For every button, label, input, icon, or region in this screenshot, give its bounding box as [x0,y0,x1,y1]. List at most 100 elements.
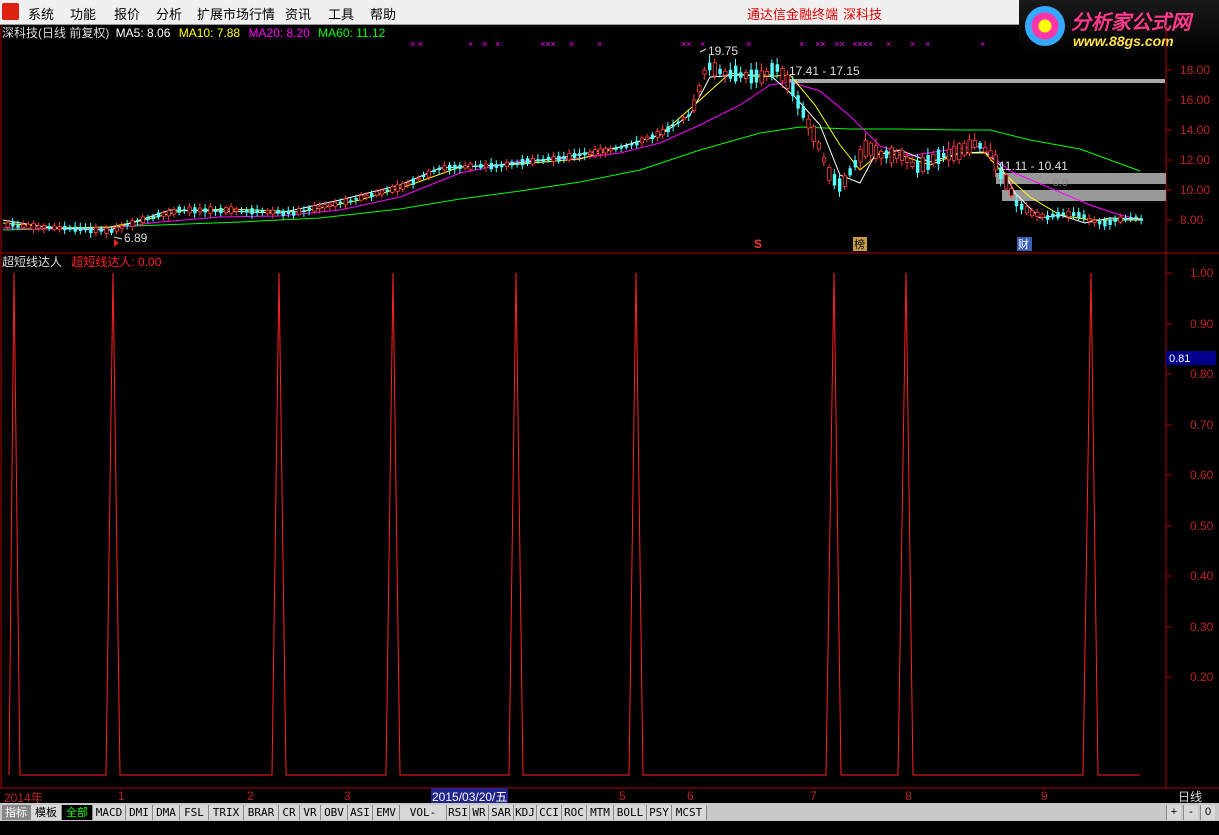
tab-vr[interactable]: VR [300,805,321,820]
tab-mcst[interactable]: MCST [672,805,707,820]
tab-obv[interactable]: OBV [321,805,348,820]
candle-body [187,206,192,214]
tab-trix[interactable]: TRIX [209,805,244,820]
time-label: 8 [905,789,912,803]
tab-cci[interactable]: CCI [537,805,562,820]
candle-body [874,145,879,159]
tab-macd[interactable]: MACD [93,805,126,820]
candle-body [510,161,514,166]
candle-body [988,150,993,158]
candle-body [500,163,504,168]
candle-body [240,210,244,213]
candle-body [468,163,473,170]
ind-tick: 0.70 [1190,418,1214,432]
candle-body [171,209,177,215]
menu-item-analysis[interactable]: 分析 [156,4,182,23]
candle-body [546,156,551,161]
candle-body [78,227,83,231]
candle-body [551,156,556,162]
candle-body [166,210,171,217]
tab-cr[interactable]: CR [279,805,300,820]
tab-sar[interactable]: SAR [489,805,514,820]
candle-body [120,225,125,229]
candle-body [349,200,353,203]
menu-item-extended-market[interactable]: 扩展市场行情 [197,4,275,23]
candle-body [926,154,930,171]
tab-wr[interactable]: WR [470,805,489,820]
candle-body [177,206,181,213]
candle-body [354,197,358,200]
tab-全部[interactable]: 全部 [62,805,93,820]
menu-item-function[interactable]: 功能 [70,4,96,23]
tab-vol-tdx[interactable]: VOL-TDX [400,805,447,834]
candle-body [343,198,348,206]
candle-body [723,70,728,76]
indicator-legend: 超短线达人 超短线达人: 0.00 [2,254,162,269]
menu-item-tools[interactable]: 工具 [328,4,354,23]
candle-body [203,208,207,213]
zoom-out-button[interactable]: - [1183,805,1198,820]
svg-text:×: × [799,39,804,49]
candle-body [234,208,239,212]
tab-asi[interactable]: ASI [348,805,373,820]
indicator-name: 超短线达人 [2,254,62,269]
tab-boll[interactable]: BOLL [614,805,647,820]
candle-body [395,184,400,192]
tab-brar[interactable]: BRAR [244,805,279,820]
level-bar-2 [996,173,1166,184]
svg-text:×: × [700,39,705,49]
tab-模板[interactable]: 模板 [31,805,62,820]
zoom-in-button[interactable]: + [1166,805,1181,820]
menu-item-help[interactable]: 帮助 [370,4,396,23]
candle-body [312,205,317,212]
menu-item-system[interactable]: 系统 [28,4,54,23]
tab-roc[interactable]: ROC [562,805,587,820]
support-range-tail: - 0.0 [1046,177,1068,189]
indicator-line [8,272,1140,776]
candle-body [276,210,280,214]
candle-body [530,158,536,165]
candle-body [494,164,499,168]
chart-canvas[interactable]: 18.00 16.00 14.00 12.00 10.00 8.00 深科技(日… [0,25,1219,803]
tab-mtm[interactable]: MTM [587,805,614,820]
tab-emv[interactable]: EMV [373,805,400,820]
candle-body [437,167,441,170]
marker-s[interactable]: S [754,237,762,251]
tab-dma[interactable]: DMA [153,805,180,820]
candle-body [504,161,510,168]
menu-item-news[interactable]: 资讯 [285,4,311,23]
reset-button[interactable]: 0 [1200,805,1215,820]
candle-body [687,114,691,117]
tab-rsi[interactable]: RSI [447,805,470,820]
ma10-value: MA10: 7.88 [179,26,241,40]
candle-body [94,227,99,234]
marker-cai[interactable]: 财 [1018,237,1029,251]
ma60-value: MA60: 11.12 [318,26,385,40]
candle-body [942,153,946,158]
time-label: 1 [118,789,125,803]
candle-body [816,142,822,150]
tab-psy[interactable]: PSY [647,805,672,820]
tab-kdj[interactable]: KDJ [514,805,537,820]
tab-dmi[interactable]: DMI [126,805,153,820]
candle-body [1134,216,1138,219]
candle-body [1030,210,1035,217]
ind-tick: 0.50 [1190,519,1214,533]
candle-body [1061,212,1065,216]
candle-body [140,216,145,223]
candle-body [572,153,577,158]
candle-body [400,182,406,190]
indicator-current-value: 0.81 [1169,353,1190,365]
candle-body [1024,206,1029,214]
candle-body [863,140,868,157]
menu-item-quote[interactable]: 报价 [114,4,140,23]
svg-text:× ×: × × [410,39,423,49]
marker-bang[interactable]: 榜 [854,237,865,251]
candle-body [598,148,603,155]
candle-body [754,69,759,83]
candle-body [822,157,827,163]
tab-fsl[interactable]: FSL [180,805,209,820]
svg-text:×××: ××× [540,39,556,49]
tab-指标[interactable]: 指标 [2,805,31,820]
svg-text:××: ×× [681,39,692,49]
